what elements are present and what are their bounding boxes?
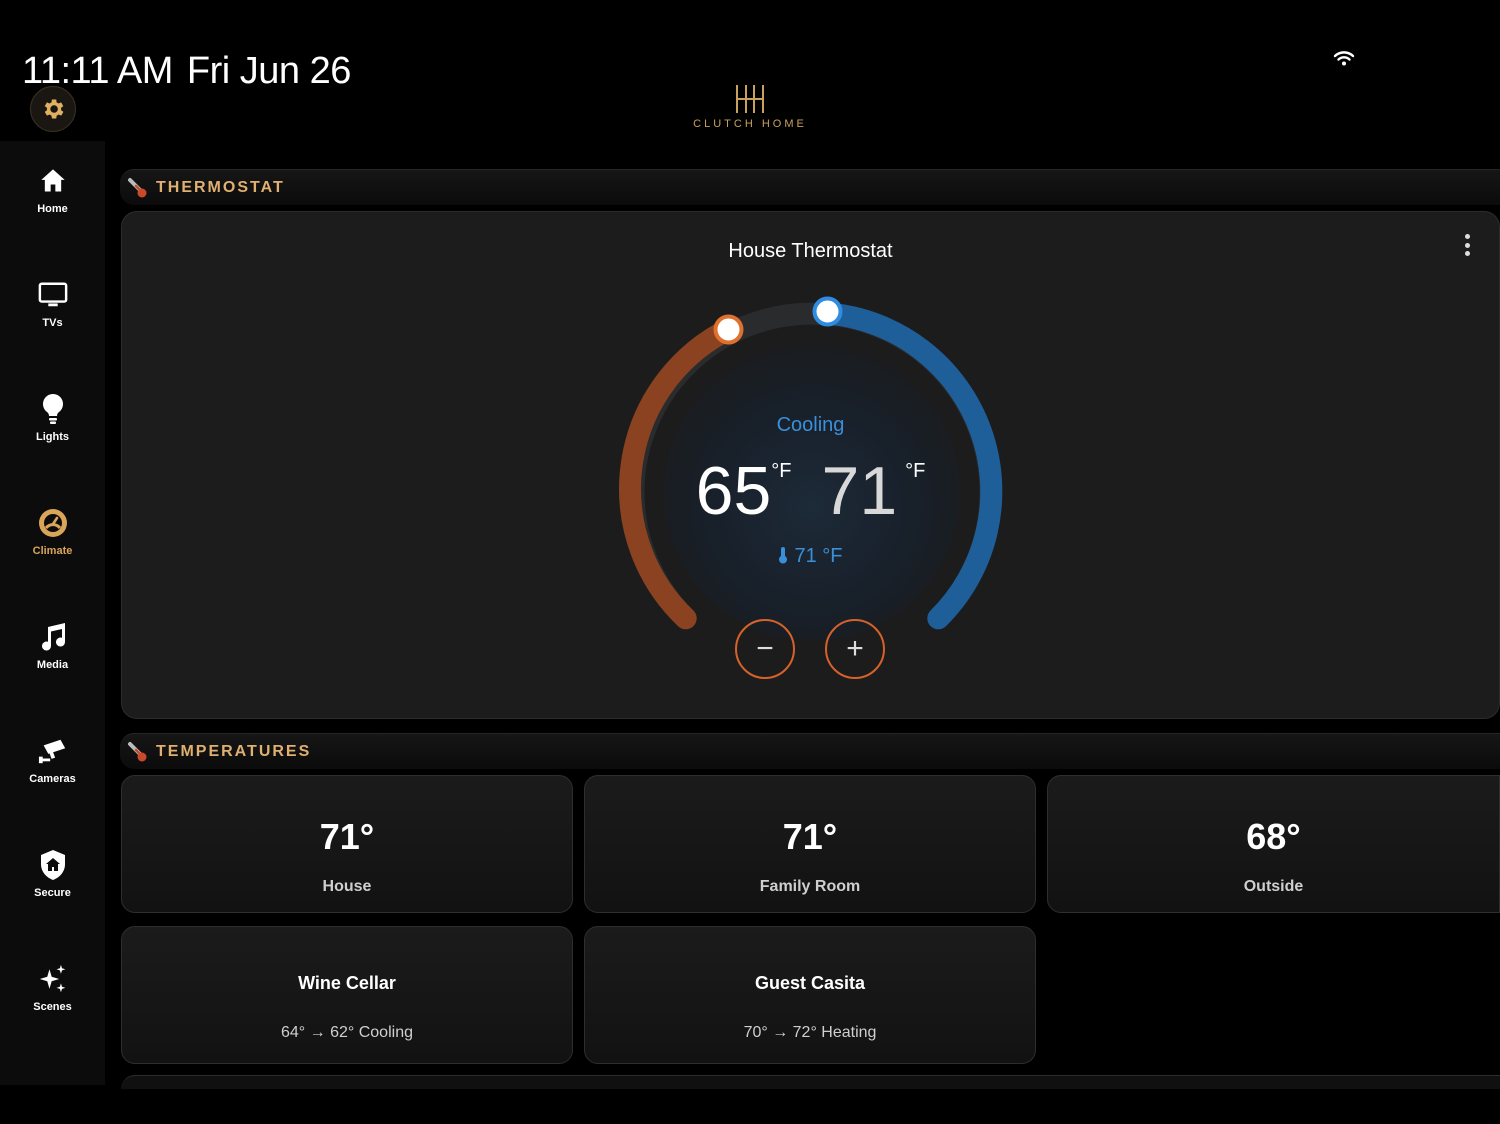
sidebar-item-label: Media	[36, 659, 69, 671]
brand-name: CLUTCH HOME	[693, 118, 807, 130]
sidebar-item-home[interactable]: Home	[0, 165, 105, 245]
plus-icon: +	[846, 632, 864, 665]
sidebar-item-label: Secure	[34, 887, 71, 899]
sparkles-icon	[39, 964, 65, 993]
sidebar-item-label: TVs	[42, 317, 63, 329]
section-header-temperatures: TEMPERATURES	[120, 733, 1500, 769]
tv-icon	[38, 282, 67, 307]
zone-status: 70° → 72° Heating	[743, 1024, 877, 1041]
sidebar-item-climate[interactable]: Climate	[0, 507, 105, 587]
minus-icon: −	[756, 632, 774, 665]
thermometer-icon	[128, 741, 147, 761]
heat-setpoint-handle	[713, 314, 744, 345]
status-date: Fri Jun 26	[186, 50, 351, 92]
temperature-card-outside[interactable]: 68° Outside	[1047, 775, 1500, 913]
sidebar-item-scenes[interactable]: Scenes	[0, 963, 105, 1043]
temperature-value: 68°	[1246, 816, 1301, 857]
gear-icon	[44, 99, 64, 119]
heat-setpoint: 65	[695, 453, 772, 529]
settings-button[interactable]	[30, 86, 76, 132]
thermometer-small-icon	[779, 547, 788, 564]
zone-card-guest-casita[interactable]: Guest Casita 70° → 72° Heating	[584, 926, 1036, 1064]
sidebar-item-media[interactable]: Media	[0, 621, 105, 701]
wifi-icon	[1333, 51, 1355, 66]
section-title: THERMOSTAT	[156, 178, 285, 196]
zone-card-wine-cellar[interactable]: Wine Cellar 64° → 62° Cooling	[121, 926, 573, 1064]
hvac-mode-label: Cooling	[776, 414, 845, 436]
logo-mark-icon	[736, 85, 764, 113]
home-icon	[40, 169, 65, 192]
climate-icon	[38, 509, 67, 537]
zone-status: 64° → 62° Cooling	[281, 1024, 413, 1041]
sidebar: Home TVs Lights Climate Media Cameras Se…	[0, 141, 105, 1085]
lightbulb-icon	[42, 394, 63, 424]
temperature-label: Family Room	[759, 878, 861, 895]
thermostat-card: House Thermostat Cooling 65°F 71 °F 71 °F …	[121, 211, 1500, 719]
setpoints: 65°F 71 °F	[122, 452, 1499, 530]
temperature-card-house[interactable]: 71° House	[121, 775, 573, 913]
brand-logo: CLUTCH HOME	[690, 84, 810, 130]
increase-button[interactable]: +	[825, 619, 885, 679]
temperature-card-family-room[interactable]: 71° Family Room	[584, 775, 1036, 913]
sidebar-item-label: Climate	[32, 545, 73, 557]
camera-icon	[38, 739, 65, 764]
more-options-icon[interactable]	[1461, 234, 1473, 256]
sidebar-item-tvs[interactable]: TVs	[0, 279, 105, 359]
zone-name: Guest Casita	[754, 973, 866, 993]
next-section-edge	[121, 1075, 1500, 1089]
shield-icon	[40, 850, 65, 880]
sidebar-item-label: Lights	[36, 431, 69, 443]
temperature-label: Outside	[1243, 878, 1304, 895]
cool-setpoint: 71	[821, 453, 898, 529]
cool-setpoint-handle	[812, 296, 843, 327]
sidebar-item-lights[interactable]: Lights	[0, 393, 105, 473]
current-temperature-value: 71 °F	[794, 545, 843, 567]
thermostat-title: House Thermostat	[728, 240, 893, 262]
zone-name: Wine Cellar	[298, 973, 396, 993]
sidebar-item-cameras[interactable]: Cameras	[0, 735, 105, 815]
sidebar-item-label: Cameras	[29, 773, 76, 785]
heat-unit: °F	[771, 460, 792, 482]
cool-unit: °F	[905, 460, 926, 482]
temperature-value: 71°	[782, 816, 838, 857]
status-time: 11:11 AM	[22, 50, 173, 92]
status-bar-clock: 11:11 AM Fri Jun 26	[22, 50, 365, 93]
current-temperature: 71 °F	[122, 545, 1499, 568]
thermometer-icon	[128, 177, 147, 197]
sidebar-item-label: Scenes	[33, 1001, 72, 1013]
decrease-button[interactable]: −	[735, 619, 795, 679]
temperature-value: 71°	[319, 816, 375, 857]
temperature-label: House	[322, 878, 372, 895]
sidebar-item-label: Home	[37, 203, 68, 215]
music-note-icon	[41, 623, 65, 651]
sidebar-item-secure[interactable]: Secure	[0, 849, 105, 929]
section-title: TEMPERATURES	[156, 742, 312, 760]
section-header-thermostat: THERMOSTAT	[120, 169, 1500, 205]
